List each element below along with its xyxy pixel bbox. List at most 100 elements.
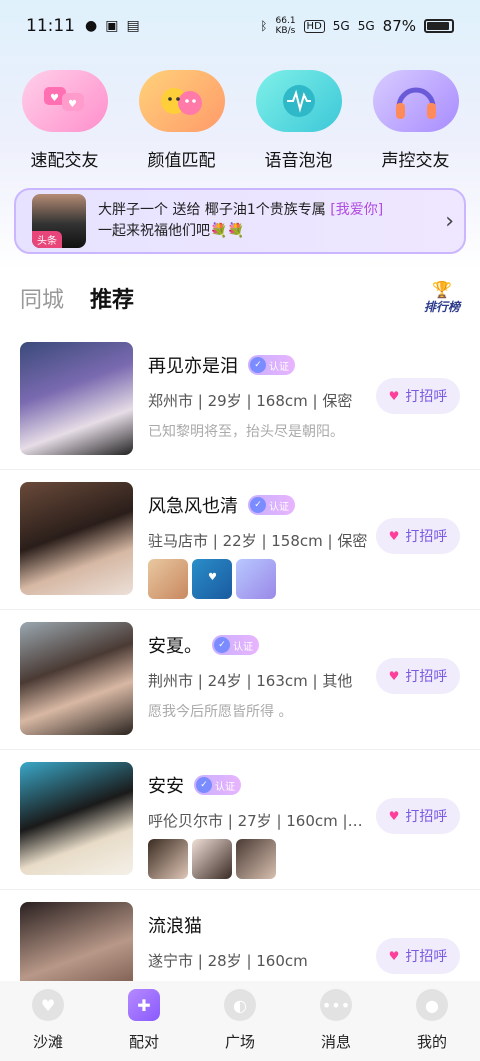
tab-bar: 同城 推荐 🏆 排行榜 (20, 280, 460, 316)
photo-thumb[interactable] (236, 839, 276, 879)
nav-match[interactable]: ✚ 配对 (104, 989, 184, 1052)
feature-voice-bubble[interactable]: 语音泡泡 (244, 70, 354, 171)
heart-icon: ♥ (388, 669, 400, 683)
greet-label: 打招呼 (405, 669, 448, 685)
user-photo[interactable] (20, 622, 133, 735)
user-signature: 已知黎明将至，抬头尽是朝阳。 (148, 424, 344, 440)
verified-label: 认证 (233, 641, 253, 653)
feature-speed-dating[interactable]: ♥ ♥ 速配交友 (10, 70, 120, 171)
tab-recommend[interactable]: 推荐 (90, 282, 134, 314)
app-notification-icon-2: ▤ (126, 18, 140, 34)
banner-avatar: 头条 (32, 194, 86, 248)
banner-text-part1: 大胖子一个 送给 椰子油1个贵族专属 (98, 202, 331, 218)
voice-wave-icon (255, 70, 342, 132)
photo-thumb[interactable] (192, 839, 232, 879)
feature-label: 语音泡泡 (264, 151, 333, 171)
greet-button[interactable]: ♥ 打招呼 (376, 658, 460, 694)
user-name: 风急风也清 (148, 496, 238, 517)
user-meta: 郑州市 | 29岁 | 168cm | 保密 (148, 392, 353, 410)
status-time: 11:11 (26, 16, 75, 36)
flame-icon: ● (85, 18, 98, 34)
ranking-label: 排行榜 (423, 299, 460, 314)
bluetooth-icon: ᛒ (260, 19, 268, 33)
headline-banner[interactable]: 头条 大胖子一个 送给 椰子油1个贵族专属 [我爱你] 一起来祝福他们吧💐💐 › (14, 188, 466, 254)
shell-icon: ♥ (32, 989, 64, 1021)
ranking-button[interactable]: 🏆 排行榜 (423, 279, 460, 315)
greet-button[interactable]: ♥ 打招呼 (376, 518, 460, 554)
message-icon: ••• (320, 989, 352, 1021)
nav-label: 配对 (128, 1033, 159, 1051)
heart-icon: ♥ (388, 529, 400, 543)
photo-thumbs (148, 559, 378, 599)
feature-voice-control[interactable]: 声控交友 (361, 70, 471, 171)
user-name: 安安 (148, 776, 184, 797)
feature-row: ♥ ♥ 速配交友 颜值匹配 语音泡泡 声控交友 (0, 70, 480, 171)
chevron-right-icon[interactable]: › (445, 209, 454, 234)
nav-beach[interactable]: ♥ 沙滩 (8, 989, 88, 1052)
planet-icon: ◐ (224, 989, 256, 1021)
photo-thumbs (148, 839, 378, 879)
user-name: 流浪猫 (148, 916, 202, 937)
user-card[interactable]: 再见亦是泪 ✓ 认证 郑州市 | 29岁 | 168cm | 保密 已知黎明将至，… (0, 330, 480, 470)
trophy-icon: 🏆 (432, 279, 452, 299)
photo-thumb[interactable] (148, 559, 188, 599)
user-meta: 荆州市 | 24岁 | 163cm | 其他 (148, 672, 353, 690)
user-info: 风急风也清 ✓ 认证 驻马店市 | 22岁 | 158cm | 保密 (148, 492, 378, 599)
svg-text:♥: ♥ (50, 93, 59, 104)
status-right: ᛒ 66.1 KB/s HD 5G 5G 87% (260, 16, 454, 36)
banner-text: 大胖子一个 送给 椰子油1个贵族专属 [我爱你] 一起来祝福他们吧💐💐 (98, 200, 439, 242)
user-meta: 驻马店市 | 22岁 | 158cm | 保密 (148, 532, 368, 550)
user-info: 安安 ✓ 认证 呼伦贝尔市 | 27岁 | 160cm |… (148, 772, 378, 879)
photo-thumb[interactable] (236, 559, 276, 599)
net-speed-value: 66.1 (275, 16, 296, 26)
signal-5g-2: 5G (357, 19, 375, 33)
greet-button[interactable]: ♥ 打招呼 (376, 798, 460, 834)
net-speed-unit: KB/s (275, 26, 296, 36)
feature-looks-match[interactable]: 颜值匹配 (127, 70, 237, 171)
user-card[interactable]: 安夏。 ✓ 认证 荆州市 | 24岁 | 163cm | 其他 愿我今后所愿皆所得… (0, 610, 480, 750)
greet-label: 打招呼 (405, 389, 448, 405)
nav-profile[interactable]: ● 我的 (392, 989, 472, 1052)
verified-label: 认证 (269, 361, 289, 373)
shield-icon: ✓ (250, 497, 266, 513)
nav-square[interactable]: ◐ 广场 (200, 989, 280, 1052)
user-meta: 遂宁市 | 28岁 | 160cm (148, 952, 308, 970)
shield-icon: ✓ (214, 637, 230, 653)
user-card[interactable]: 安安 ✓ 认证 呼伦贝尔市 | 27岁 | 160cm |… ♥ 打招呼 (0, 750, 480, 890)
faces-icon (138, 70, 225, 132)
banner-text-part2: 一起来祝福他们吧💐💐 (98, 223, 245, 239)
net-speed: 66.1 KB/s (276, 16, 296, 36)
tab-same-city[interactable]: 同城 (20, 282, 64, 314)
nav-label: 消息 (320, 1033, 351, 1051)
battery-percent: 87% (382, 17, 416, 35)
shield-icon: ✓ (250, 357, 266, 373)
photo-thumb[interactable] (148, 839, 188, 879)
heart-icon: ♥ (388, 809, 400, 823)
user-card[interactable]: 风急风也清 ✓认证 驻马店市 | 22岁 | 158cm | 保密 ♥ 打招呼 (0, 470, 480, 610)
user-meta: 呼伦贝尔市 | 27岁 | 160cm |… (148, 812, 363, 830)
feature-label: 颜值匹配 (147, 151, 216, 171)
status-bar: 11:11 ● ▣ ▤ ᛒ 66.1 KB/s HD 5G 5G 87% (0, 0, 480, 52)
nav-label: 我的 (416, 1033, 447, 1051)
user-info: 安夏。 ✓ 认证 荆州市 | 24岁 | 163cm | 其他 愿我今后所愿皆所得… (148, 632, 378, 721)
heart-icon: ♥ (388, 389, 400, 403)
verified-badge: ✓ 认证 (248, 495, 295, 515)
user-signature: 愿我今后所愿皆所得 。 (148, 704, 293, 720)
nav-label: 沙滩 (32, 1033, 63, 1051)
user-list: 再见亦是泪 ✓ 认证 郑州市 | 29岁 | 168cm | 保密 已知黎明将至，… (0, 330, 480, 1030)
user-photo[interactable] (20, 482, 133, 595)
greet-label: 打招呼 (405, 529, 448, 545)
greet-button[interactable]: ♥ 打招呼 (376, 378, 460, 414)
verified-badge: ✓ 认证 (212, 635, 259, 655)
puzzle-icon: ✚ (128, 989, 160, 1021)
photo-thumb[interactable] (192, 559, 232, 599)
nav-messages[interactable]: ••• 消息 (296, 989, 376, 1052)
nav-label: 广场 (224, 1033, 255, 1051)
headphones-icon (372, 70, 459, 132)
user-photo[interactable] (20, 762, 133, 875)
profile-icon: ● (416, 989, 448, 1021)
verified-label: 认证 (215, 781, 235, 793)
greet-label: 打招呼 (405, 949, 448, 965)
greet-button[interactable]: ♥ 打招呼 (376, 938, 460, 974)
user-photo[interactable] (20, 342, 133, 455)
